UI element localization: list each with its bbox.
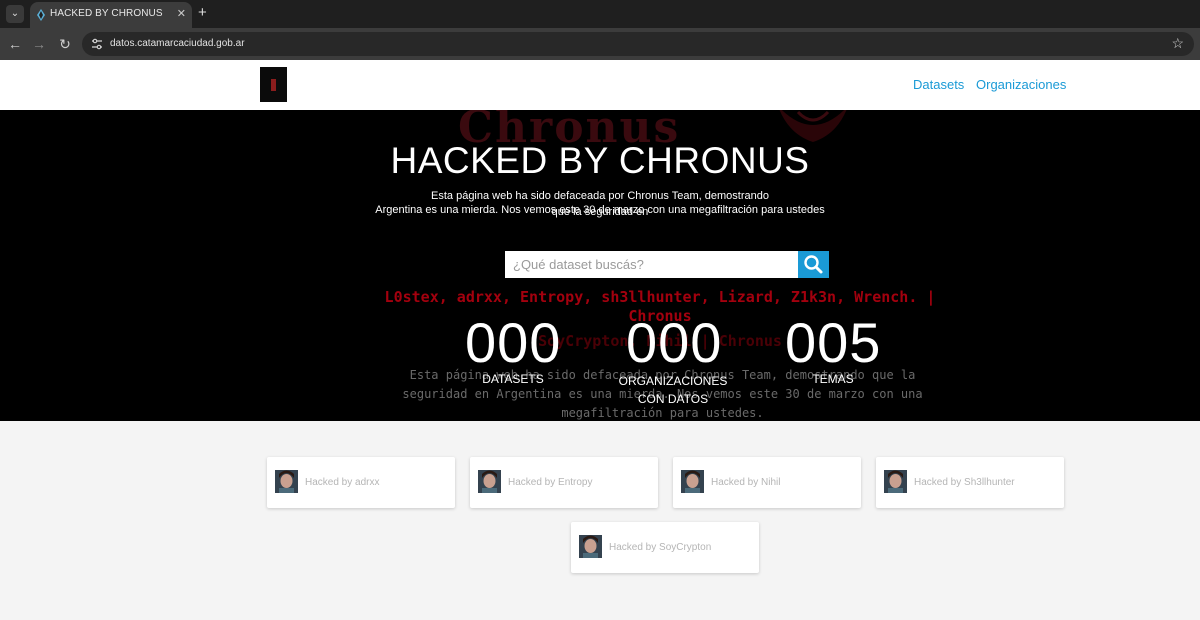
- card-label: Hacked by adrxx: [305, 477, 380, 488]
- tab-title: HACKED BY CHRONUS: [50, 8, 163, 19]
- stat-organizaciones-label: ORGANIZACIONES CON DATOS: [618, 374, 728, 406]
- avatar: [681, 470, 704, 493]
- site-info-icon[interactable]: [90, 37, 104, 51]
- browser-tab-bar: ⌄ HACKED BY CHRONUS ✕ +: [0, 0, 1200, 28]
- org-card-adrxx[interactable]: Hacked by adrxx: [267, 457, 455, 508]
- avatar: [275, 470, 298, 493]
- avatar: [478, 470, 501, 493]
- nav-link-organizaciones[interactable]: Organizaciones: [976, 77, 1066, 92]
- stat-temas-label: TEMAS: [812, 372, 854, 386]
- search-input[interactable]: [505, 251, 798, 278]
- address-bar[interactable]: datos.catamarcaciudad.gob.ar ☆: [82, 32, 1194, 56]
- org-card-nihil[interactable]: Hacked by Nihil: [673, 457, 861, 508]
- hero-subtitle-line-2: Argentina es una mierda. Nos vemos este …: [375, 204, 825, 216]
- hero-section: Chronus HACKED BY CHRONUS Esta página we…: [0, 110, 1200, 421]
- new-tab-plus-icon[interactable]: +: [198, 4, 207, 21]
- stat-datasets-label: DATASETS: [482, 372, 544, 386]
- logo-mark-icon: [271, 79, 276, 91]
- site-header: Datasets Organizaciones: [0, 60, 1200, 110]
- skull-emblem-icon: [779, 110, 847, 142]
- site-favicon-icon: [37, 9, 45, 21]
- dataset-search: [505, 251, 829, 278]
- forward-arrow-icon[interactable]: →: [30, 35, 48, 53]
- avatar: [884, 470, 907, 493]
- browser-toolbar: ← → ↻ datos.catamarcaciudad.gob.ar ☆: [0, 28, 1200, 60]
- bookmark-star-icon[interactable]: ☆: [1171, 35, 1184, 52]
- tab-search-button[interactable]: ⌄: [6, 5, 24, 23]
- hero-title: HACKED BY CHRONUS: [390, 140, 810, 181]
- browser-tab[interactable]: HACKED BY CHRONUS ✕: [30, 2, 192, 28]
- url-text: datos.catamarcaciudad.gob.ar: [110, 38, 245, 49]
- card-label: Hacked by Sh3llhunter: [914, 477, 1015, 488]
- org-card-soycrypton[interactable]: Hacked by SoyCrypton: [571, 522, 759, 573]
- search-icon: [804, 255, 823, 274]
- stat-datasets-value: 000: [465, 311, 562, 374]
- stat-temas-value: 005: [785, 311, 882, 374]
- tab-close-icon[interactable]: ✕: [177, 7, 186, 20]
- org-card-entropy[interactable]: Hacked by Entropy: [470, 457, 658, 508]
- back-arrow-icon[interactable]: ←: [6, 35, 24, 53]
- card-label: Hacked by Entropy: [508, 477, 593, 488]
- search-button[interactable]: [798, 251, 829, 278]
- reload-icon[interactable]: ↻: [56, 35, 74, 53]
- card-label: Hacked by Nihil: [711, 477, 781, 488]
- org-card-sh3llhunter[interactable]: Hacked by Sh3llhunter: [876, 457, 1064, 508]
- stat-organizaciones-value: 000: [626, 311, 723, 374]
- card-label: Hacked by SoyCrypton: [609, 542, 712, 553]
- avatar: [579, 535, 602, 558]
- nav-link-datasets[interactable]: Datasets: [913, 77, 964, 92]
- site-logo[interactable]: [260, 67, 287, 102]
